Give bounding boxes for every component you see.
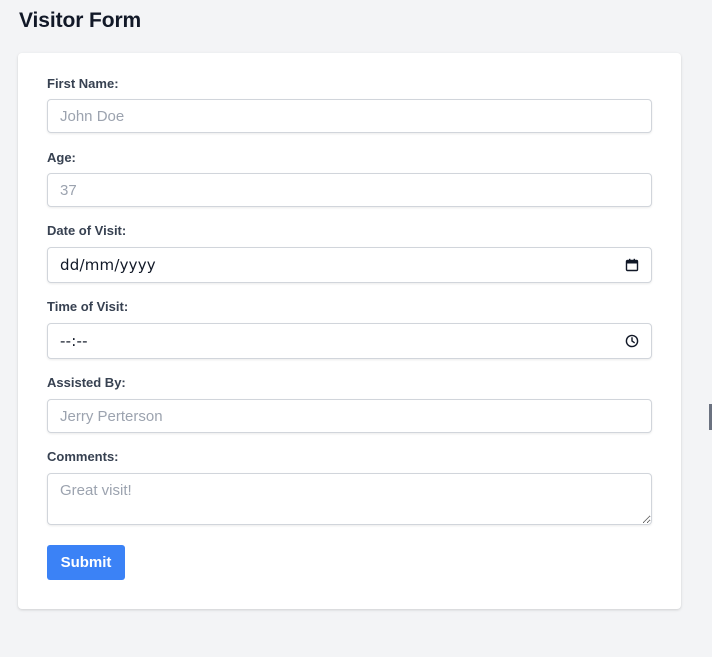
clock-icon[interactable] (625, 334, 639, 348)
visitor-form: First Name: Age: Date of Visit: dd/mm/yy… (18, 53, 681, 609)
page: Visitor Form First Name: Age: Date of Vi… (0, 0, 712, 657)
time-of-visit-value: --:-- (60, 332, 88, 350)
page-title: Visitor Form (19, 9, 142, 32)
submit-button[interactable]: Submit (47, 545, 125, 580)
calendar-icon[interactable] (625, 258, 639, 272)
date-of-visit-input[interactable]: dd/mm/yyyy (47, 247, 652, 283)
age-label: Age: (47, 150, 76, 165)
time-of-visit-label: Time of Visit: (47, 299, 129, 314)
assisted-by-input[interactable] (47, 399, 652, 433)
assisted-by-label: Assisted By: (47, 375, 126, 390)
age-input[interactable] (47, 173, 652, 207)
comments-label: Comments: (47, 449, 119, 464)
first-name-label: First Name: (47, 76, 119, 91)
first-name-input[interactable] (47, 99, 652, 133)
date-of-visit-value: dd/mm/yyyy (60, 256, 156, 274)
date-of-visit-label: Date of Visit: (47, 223, 127, 238)
comments-input[interactable] (47, 473, 652, 525)
time-of-visit-input[interactable]: --:-- (47, 323, 652, 359)
